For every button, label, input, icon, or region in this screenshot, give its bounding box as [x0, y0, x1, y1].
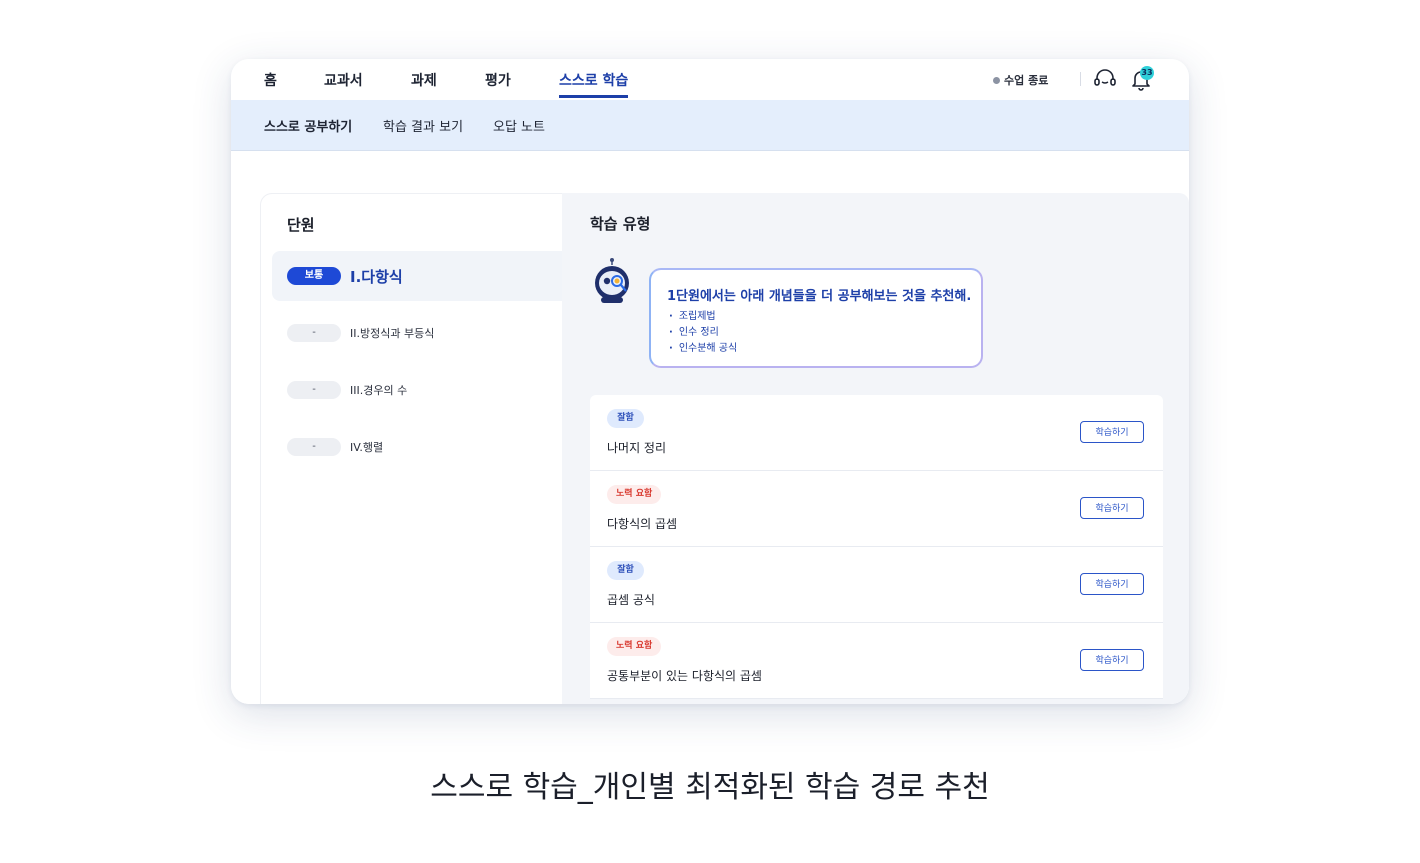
unit-level-pill: 보통 — [287, 267, 341, 285]
tab-self-study[interactable]: 스스로 학습 — [559, 70, 629, 98]
tab-textbook[interactable]: 교과서 — [324, 70, 363, 95]
unit-level-pill: - — [287, 438, 341, 456]
recommendation-title: 1단원에서는 아래 개념들을 더 공부해보는 것을 추천해. — [667, 289, 972, 304]
study-title: 공통부분이 있는 다항식의 곱셈 — [607, 669, 762, 683]
study-item: 노력 요함 공통부분이 있는 다항식의 곱셈 학습하기 — [590, 623, 1163, 699]
main-content: 단원 보통 I.다항식 - II.방정식과 부등식 - III.경우의 수 - … — [231, 151, 1189, 704]
unit-level-pill: - — [287, 381, 341, 399]
tab-evaluation[interactable]: 평가 — [485, 70, 511, 95]
units-title: 단원 — [287, 216, 315, 234]
tab-assignment[interactable]: 과제 — [411, 70, 437, 95]
subnav-results[interactable]: 학습 결과 보기 — [383, 116, 463, 135]
unit-item-2[interactable]: - II.방정식과 부등식 — [272, 308, 562, 358]
unit-name: I.다항식 — [350, 267, 403, 286]
study-types-panel: 학습 유형 1단원에서는 아래 개념들을 더 공부해보는 것을 추천해. 조립제… — [562, 193, 1189, 704]
level-badge: 잘함 — [607, 561, 644, 580]
subnav-wrong-answers[interactable]: 오답 노트 — [493, 116, 545, 135]
tab-home[interactable]: 홈 — [264, 70, 277, 95]
level-badge: 노력 요함 — [607, 485, 662, 504]
subnav-self-study[interactable]: 스스로 공부하기 — [264, 116, 352, 135]
study-title: 나머지 정리 — [607, 441, 667, 455]
level-badge: 노력 요함 — [607, 637, 662, 656]
page-caption: 스스로 학습_개인별 최적화된 학습 경로 추천 — [430, 770, 990, 805]
study-button[interactable]: 학습하기 — [1080, 649, 1144, 671]
level-badge: 잘함 — [607, 409, 644, 428]
concept-item: 인수분해 공식 — [669, 341, 737, 357]
divider — [1080, 72, 1081, 86]
study-title: 다항식의 곱셈 — [607, 517, 678, 531]
status-dot — [993, 76, 1000, 84]
recommendation-bubble: 1단원에서는 아래 개념들을 더 공부해보는 것을 추천해. 조립제법 인수 정… — [649, 268, 983, 368]
end-class-button[interactable]: 수업 종료 — [993, 72, 1048, 88]
unit-name: III.경우의 수 — [350, 384, 408, 397]
top-nav: 홈 교과서 과제 평가 스스로 학습 수업 종료 33 — [231, 59, 1189, 100]
concept-item: 인수 정리 — [669, 325, 737, 341]
headset-icon[interactable] — [1093, 68, 1117, 90]
unit-name: II.방정식과 부등식 — [350, 327, 435, 340]
notification-badge: 33 — [1140, 66, 1154, 80]
study-list: 잘함 나머지 정리 학습하기 노력 요함 다항식의 곱셈 학습하기 잘함 곱셈 … — [590, 395, 1163, 699]
unit-item-1[interactable]: 보통 I.다항식 — [272, 251, 562, 301]
study-item: 노력 요함 다항식의 곱셈 학습하기 — [590, 471, 1163, 547]
concept-list: 조립제법 인수 정리 인수분해 공식 — [669, 309, 737, 357]
sub-nav: 스스로 공부하기 학습 결과 보기 오답 노트 — [231, 100, 1189, 151]
concept-item: 조립제법 — [669, 309, 737, 325]
robot-mascot-icon — [595, 258, 629, 303]
study-item: 잘함 곱셈 공식 학습하기 — [590, 547, 1163, 623]
study-button[interactable]: 학습하기 — [1080, 497, 1144, 519]
unit-item-4[interactable]: - IV.행렬 — [272, 422, 562, 472]
unit-level-pill: - — [287, 324, 341, 342]
end-class-label: 수업 종료 — [1004, 74, 1049, 87]
study-types-title: 학습 유형 — [590, 215, 651, 233]
study-item: 잘함 나머지 정리 학습하기 — [590, 395, 1163, 471]
app-window: 홈 교과서 과제 평가 스스로 학습 수업 종료 33 스스로 공부하기 학습 … — [231, 59, 1189, 704]
unit-name: IV.행렬 — [350, 441, 384, 454]
unit-item-3[interactable]: - III.경우의 수 — [272, 365, 562, 415]
study-button[interactable]: 학습하기 — [1080, 421, 1144, 443]
study-title: 곱셈 공식 — [607, 593, 655, 607]
study-button[interactable]: 학습하기 — [1080, 573, 1144, 595]
units-panel: 단원 보통 I.다항식 - II.방정식과 부등식 - III.경우의 수 - … — [260, 193, 563, 704]
